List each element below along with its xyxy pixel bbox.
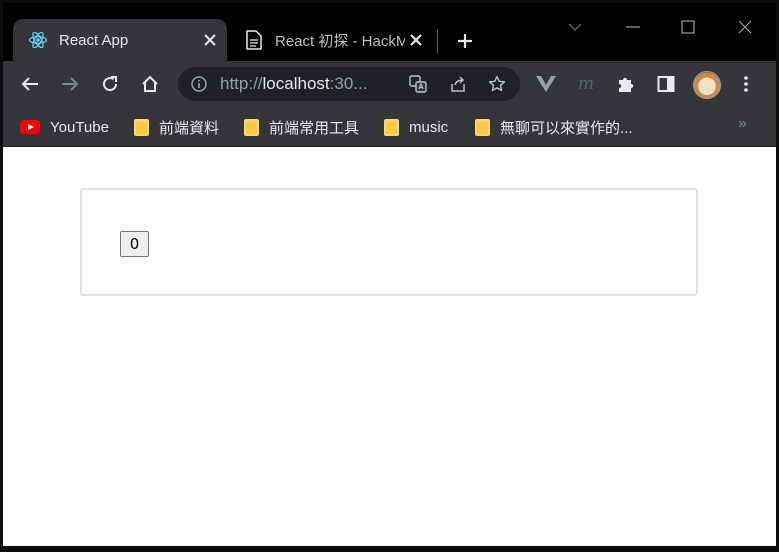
- browser-window: React App React 初探 - HackMD http://local…: [3, 3, 776, 546]
- maximize-button[interactable]: [668, 13, 708, 41]
- tab-title: React 初探 - HackMD: [275, 32, 405, 50]
- tab-title: React App: [59, 31, 129, 49]
- info-icon[interactable]: [190, 75, 208, 93]
- bookmark-label: 前端資料: [159, 119, 220, 137]
- arrow-left-icon: [21, 77, 38, 91]
- bookmark-folder-frontend-tools[interactable]: 前端常用工具: [244, 116, 359, 138]
- page-content: 0: [3, 147, 776, 546]
- chevron-down-icon: [568, 23, 582, 32]
- close-tab-icon[interactable]: [407, 31, 425, 49]
- bookmarks-overflow-button[interactable]: »: [738, 115, 747, 133]
- tab-search-button[interactable]: [555, 13, 595, 41]
- back-button[interactable]: [16, 70, 44, 98]
- forward-button[interactable]: [56, 70, 84, 98]
- close-icon: [738, 20, 752, 34]
- url-host: localhost: [262, 74, 330, 93]
- arrow-right-icon: [62, 77, 79, 91]
- folder-icon: [134, 118, 149, 136]
- bookmark-folder-frontend-resources[interactable]: 前端資料: [134, 116, 219, 138]
- extension-m-button[interactable]: m: [572, 70, 600, 98]
- home-icon: [142, 75, 158, 92]
- url-rest: :30...: [329, 74, 368, 93]
- minimize-button[interactable]: [613, 13, 653, 41]
- counter-button[interactable]: 0: [120, 231, 149, 257]
- bookmark-youtube[interactable]: YouTube: [20, 116, 109, 138]
- profile-avatar[interactable]: [693, 71, 721, 99]
- side-panel-button[interactable]: [652, 70, 680, 98]
- url-text[interactable]: http://localhost:30...: [220, 74, 398, 94]
- more-vertical-icon: [744, 76, 748, 92]
- tab-react-app[interactable]: React App: [13, 19, 227, 61]
- vue-icon: [536, 76, 556, 92]
- translate-icon[interactable]: [408, 74, 428, 94]
- puzzle-icon: [619, 77, 634, 92]
- youtube-icon: [20, 120, 40, 134]
- tab-strip: React App React 初探 - HackMD: [3, 3, 776, 61]
- tab-separator: [437, 29, 438, 53]
- m-extension-icon: m: [577, 74, 595, 94]
- address-bar[interactable]: http://localhost:30...: [178, 67, 520, 101]
- new-tab-button[interactable]: [451, 27, 479, 55]
- close-tab-icon[interactable]: [201, 31, 219, 49]
- extensions-button[interactable]: [612, 70, 640, 98]
- folder-icon: [244, 118, 259, 136]
- minimize-icon: [626, 26, 640, 28]
- bookmark-star-icon[interactable]: [487, 74, 507, 94]
- maximize-icon: [681, 20, 695, 34]
- url-scheme: http://: [220, 74, 263, 93]
- bookmark-label: YouTube: [50, 118, 109, 136]
- bookmark-folder-music[interactable]: music: [384, 116, 448, 138]
- bookmarks-bar: YouTube 前端資料 前端常用工具 music 無聊可以來實作的... »: [3, 107, 776, 147]
- bookmark-label: 前端常用工具: [269, 119, 360, 137]
- reload-icon: [103, 76, 118, 92]
- bookmark-folder-fun-projects[interactable]: 無聊可以來實作的...: [475, 116, 633, 138]
- menu-button[interactable]: [732, 70, 760, 98]
- counter-card: 0: [80, 188, 698, 296]
- bookmark-label: music: [409, 118, 449, 136]
- side-panel-icon: [657, 76, 675, 92]
- close-window-button[interactable]: [725, 13, 765, 41]
- document-icon: [243, 29, 265, 51]
- folder-icon: [475, 118, 490, 136]
- plus-icon: [458, 34, 472, 48]
- reload-button[interactable]: [96, 70, 124, 98]
- browser-toolbar: http://localhost:30... m: [3, 61, 776, 107]
- bookmark-label: 無聊可以來實作的...: [500, 119, 633, 137]
- react-icon: [27, 29, 49, 51]
- folder-icon: [384, 118, 399, 136]
- vue-devtools-extension[interactable]: [532, 70, 560, 98]
- share-icon[interactable]: [448, 74, 468, 94]
- home-button[interactable]: [136, 70, 164, 98]
- tab-hackmd[interactable]: React 初探 - HackMD: [229, 19, 436, 61]
